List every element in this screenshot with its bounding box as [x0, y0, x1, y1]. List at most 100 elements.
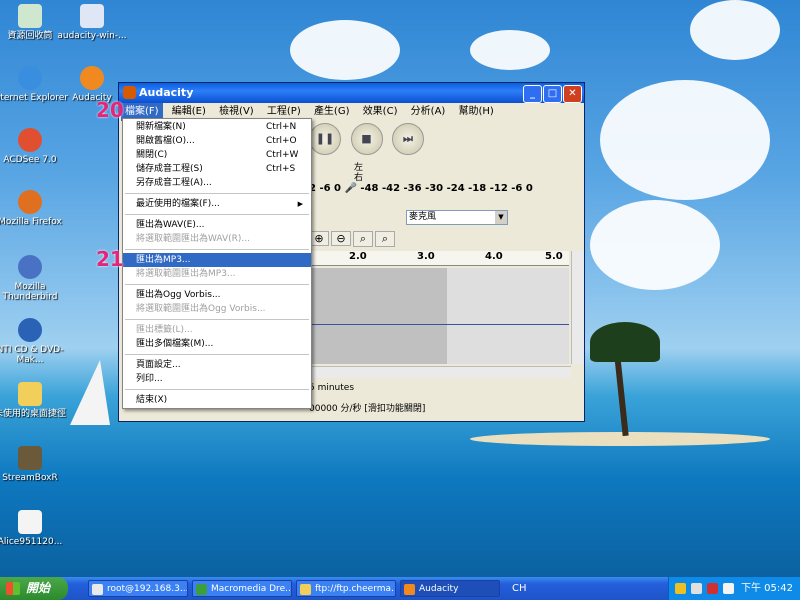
menu-item-page-setup[interactable]: 頁面設定... [123, 358, 311, 372]
meter-channel-labels: 左 右 [354, 163, 363, 183]
menu-item-label: 另存成音工程(A)... [136, 178, 212, 188]
minimize-button[interactable]: _ [523, 85, 542, 103]
sailboat [70, 360, 110, 425]
taskbar-item-terminal[interactable]: root@192.168.3... [88, 580, 188, 597]
start-label: 開始 [26, 581, 51, 595]
input-device-value: 麥克風 [409, 212, 437, 222]
palm-leaves [590, 322, 660, 362]
menu-separator [125, 249, 309, 250]
audacity-app-icon [123, 86, 136, 99]
menu-item-export-mp3[interactable]: 匯出為MP3... [123, 253, 311, 267]
menu-item-export-labels: 匯出標籤(L)... [123, 323, 311, 337]
pause-button[interactable]: ❚❚ [309, 123, 341, 155]
ruler-tick-label: 2.0 [349, 251, 367, 262]
antivirus-icon[interactable] [707, 583, 718, 594]
horizontal-scrollbar[interactable] [309, 366, 571, 378]
menu-item-export-multiple[interactable]: 匯出多個檔案(M)... [123, 337, 311, 351]
menu-separator [125, 214, 309, 215]
status-bar: 00000 分/秒 [滑扣功能關閉] [309, 401, 425, 414]
microphone-icon[interactable]: 🎤 [344, 183, 356, 194]
menu-item-new[interactable]: 開新檔案(N) Ctrl+N [123, 120, 311, 134]
zoom-out-icon[interactable]: ⊖ [331, 231, 351, 246]
menu-item-label: 匯出為Ogg Vorbis... [136, 290, 221, 300]
audacity-icon [80, 66, 104, 90]
menu-generate[interactable]: 產生(G) [310, 103, 354, 121]
cloud [690, 0, 780, 60]
waveform-line [309, 324, 569, 325]
menu-item-recent-files[interactable]: 最近使用的檔案(F)... ▶ [123, 197, 311, 211]
menu-separator [125, 319, 309, 320]
menu-item-save-project[interactable]: 儲存成音工程(S) Ctrl+S [123, 162, 311, 176]
desktop-icon-audacity-installer[interactable]: audacity-win-... [52, 4, 132, 41]
taskbar-item-dreamweaver[interactable]: Macromedia Dre... [192, 580, 292, 597]
meter-scale-left: 2 -6 0 [309, 183, 341, 194]
zoom-toolbar: ⊕ ⊖ ⌕ ⌕ [309, 231, 397, 247]
desktop-icon-alice-document[interactable]: Alice951120... [0, 510, 70, 547]
menu-item-shortcut: Ctrl+O [266, 136, 297, 146]
maximize-button[interactable]: □ [543, 85, 562, 103]
menu-item-shortcut: Ctrl+W [266, 150, 299, 160]
language-indicator[interactable]: CH [512, 577, 527, 600]
menu-item-export-wav[interactable]: 匯出為WAV(E)... [123, 218, 311, 232]
chevron-down-icon[interactable]: ▼ [495, 211, 507, 224]
ruler-tick-label: 5.0 [545, 251, 563, 262]
menu-separator [125, 193, 309, 194]
step-annotation-21: 21 [96, 247, 124, 271]
firefox-icon [18, 190, 42, 214]
desktop-icon-nti[interactable]: NTI CD & DVD-Mak... [0, 318, 70, 365]
zoom-in-icon[interactable]: ⊕ [309, 231, 329, 246]
menu-item-print[interactable]: 列印... [123, 372, 311, 386]
close-button[interactable]: ✕ [563, 85, 582, 103]
skip-end-button[interactable]: ⏭ [392, 123, 424, 155]
shield-icon[interactable] [675, 583, 686, 594]
window-titlebar[interactable]: Audacity _ □ ✕ [119, 83, 584, 103]
network-icon[interactable] [691, 583, 702, 594]
taskbar: 開始 root@192.168.3... Macromedia Dre... f… [0, 577, 800, 600]
task-label: Audacity [419, 584, 459, 594]
level-meter: 2 -6 0 🎤 -48 -42 -36 -30 -24 -18 -12 -6 … [309, 183, 533, 194]
menu-separator [125, 284, 309, 285]
menu-item-label: 儲存成音工程(S) [136, 164, 203, 174]
document-icon [18, 510, 42, 534]
cloud [600, 80, 770, 200]
task-label: ftp://ftp.cheerma... [315, 584, 396, 594]
menu-item-exit[interactable]: 結束(X) [123, 393, 311, 407]
desktop-icon-firefox[interactable]: Mozilla Firefox [0, 190, 70, 227]
menu-item-open[interactable]: 開啟舊檔(O)... Ctrl+O [123, 134, 311, 148]
menu-item-export-ogg[interactable]: 匯出為Ogg Vorbis... [123, 288, 311, 302]
menu-analyze[interactable]: 分析(A) [407, 103, 450, 121]
taskbar-item-ftp[interactable]: ftp://ftp.cheerma... [296, 580, 396, 597]
start-button[interactable]: 開始 [0, 577, 68, 600]
file-menu-dropdown: 開新檔案(N) Ctrl+N 開啟舊檔(O)... Ctrl+O 關閉(C) Ctrl… [122, 118, 312, 409]
fit-selection-icon[interactable]: ⌕ [353, 231, 373, 247]
menu-item-label: 頁面設定... [136, 360, 181, 370]
ftp-folder-icon [300, 584, 311, 595]
desktop-icon-thunderbird[interactable]: Mozilla Thunderbird [0, 255, 70, 302]
menu-item-label: 匯出多個檔案(M)... [136, 339, 214, 349]
menu-help[interactable]: 幫助(H) [455, 103, 498, 121]
timeline-ruler[interactable]: 2.0 3.0 4.0 5.0 [309, 251, 569, 266]
desktop-icon-unused-shortcuts[interactable]: 未使用的桌面捷徑 [0, 382, 70, 419]
transport-toolbar: ❚❚ ■ ⏭ [309, 123, 430, 161]
meter-right-label: 右 [354, 173, 364, 183]
vertical-scrollbar[interactable] [571, 251, 584, 364]
volume-icon[interactable] [723, 583, 734, 594]
meter-left-label: 左 [354, 163, 364, 173]
desktop-icon-streamboxr[interactable]: StreamBoxR [0, 446, 70, 483]
input-device-select[interactable]: 麥克風 ▼ [406, 210, 508, 225]
menu-item-save-project-as[interactable]: 另存成音工程(A)... [123, 176, 311, 190]
menu-item-close[interactable]: 關閉(C) Ctrl+W [123, 148, 311, 162]
track-selection [447, 268, 569, 364]
menu-effect[interactable]: 效果(C) [359, 103, 402, 121]
taskbar-item-audacity[interactable]: Audacity [400, 580, 500, 597]
stop-button[interactable]: ■ [350, 123, 383, 155]
menu-item-label: 將選取範圍匯出為Ogg Vorbis... [136, 304, 266, 314]
dreamweaver-icon [196, 584, 207, 595]
status-rate: 00000 分/秒 [309, 404, 362, 414]
menu-item-label: 開啟舊檔(O)... [136, 136, 195, 146]
desktop-icon-acdsee[interactable]: ACDSee 7.0 [0, 128, 70, 165]
installer-icon [80, 4, 104, 28]
audio-track[interactable] [309, 268, 569, 364]
fit-project-icon[interactable]: ⌕ [375, 231, 395, 247]
folder-icon [18, 382, 42, 406]
